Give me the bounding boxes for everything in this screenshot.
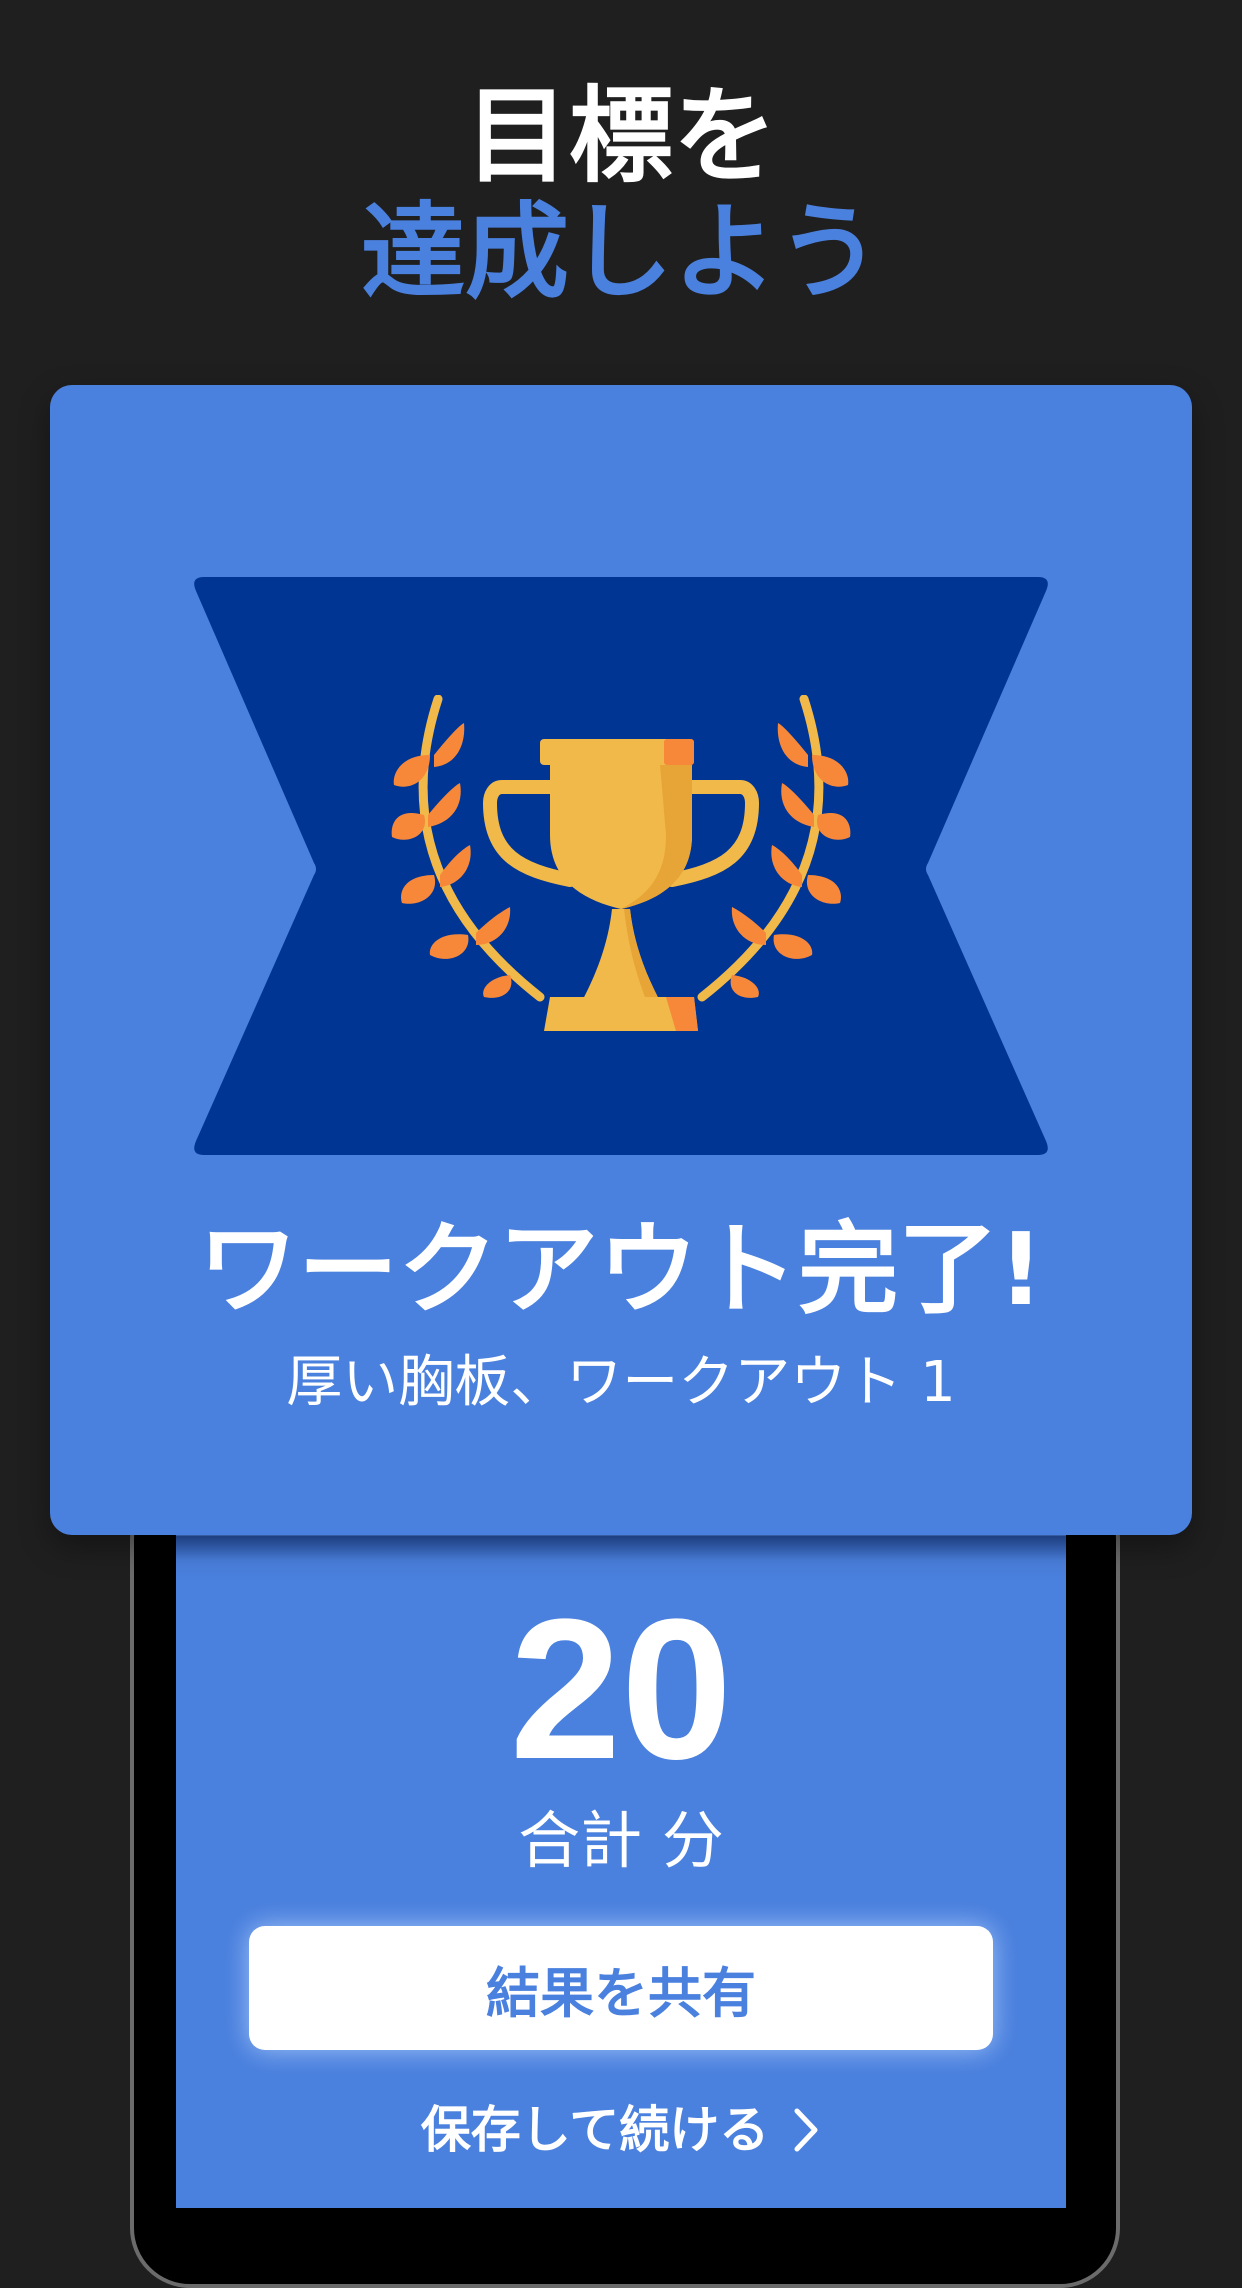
headline-line-1: 目標を — [464, 75, 777, 197]
share-results-button[interactable]: 結果を共有 — [249, 1926, 993, 2050]
card-title: ワークアウト完了! — [198, 1211, 1044, 1328]
laurel-icon — [391, 695, 545, 1002]
headline-line-2: 達成しよう — [360, 191, 881, 313]
total-minutes-value: 20 — [509, 1578, 733, 1801]
total-minutes-label: 合計 分 — [518, 1804, 724, 1877]
trophy-icon — [391, 695, 851, 1031]
card-shadow — [176, 1536, 1066, 1560]
save-and-continue-link[interactable]: 保存して続ける — [0, 2100, 1242, 2160]
chevron-right-icon — [794, 2108, 818, 2152]
workout-name: 厚い胸板、ワークアウト 1 — [286, 1350, 956, 1415]
continue-label: 保存して続ける — [420, 2101, 770, 2159]
laurel-icon — [697, 695, 851, 1002]
